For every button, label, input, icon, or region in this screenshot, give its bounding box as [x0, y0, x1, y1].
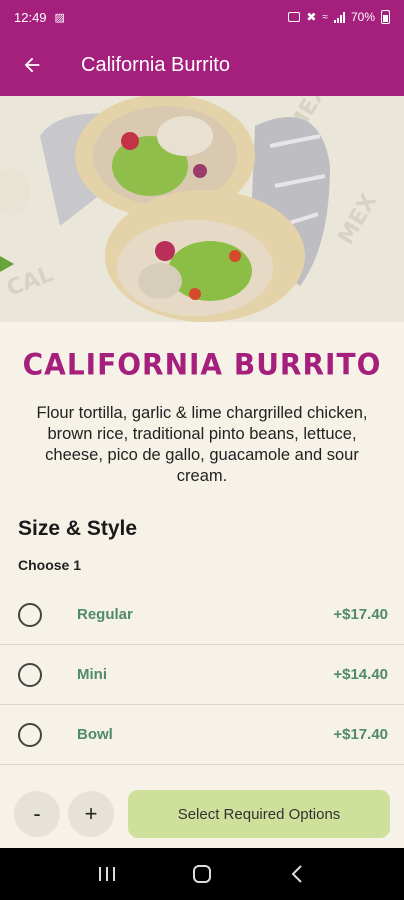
home-button[interactable] [182, 854, 222, 894]
app-bar: California Burrito [0, 34, 404, 96]
size-options: Regular +$17.40 Mini +$14.40 Bowl +$17.4… [0, 585, 404, 765]
radio-button[interactable] [18, 662, 42, 687]
status-bar: 12:49 ▨ ✖ ≈ 70% [0, 0, 404, 34]
decrease-quantity-button[interactable]: - [14, 791, 60, 837]
product-description: Flour tortilla, garlic & lime chargrille… [36, 404, 368, 485]
product-name: CALIFORNIA BURRITO [22, 347, 382, 382]
recent-apps-icon [99, 867, 116, 881]
signal-icon [333, 11, 345, 23]
system-back-button[interactable] [277, 854, 317, 894]
recent-apps-button[interactable] [87, 854, 127, 894]
bottom-action-bar: - + Select Required Options [0, 780, 404, 848]
game-controller-icon: ▨ [54, 11, 65, 24]
radio-button[interactable] [18, 722, 42, 747]
option-label: Bowl [77, 726, 113, 743]
option-price: +$17.40 [333, 606, 388, 623]
battery-icon [381, 10, 390, 24]
option-price: +$14.40 [333, 666, 388, 683]
product-image: MEX MEX CAL [0, 96, 404, 322]
option-label: Mini [77, 666, 107, 683]
mute-icon: ✖ [306, 10, 317, 24]
back-button[interactable] [0, 34, 64, 96]
page-title: California Burrito [81, 53, 230, 76]
burrito-illustration: MEX MEX CAL [0, 96, 404, 322]
status-time: 12:49 [14, 9, 47, 25]
battery-percent: 70% [350, 10, 375, 24]
system-nav-bar [0, 848, 404, 900]
increase-quantity-button[interactable]: + [68, 791, 114, 837]
section-subtitle: Choose 1 [18, 557, 82, 573]
home-icon [192, 865, 211, 883]
back-icon [291, 865, 302, 883]
notification-icon [288, 12, 301, 22]
option-mini[interactable]: Mini +$14.40 [0, 645, 404, 705]
option-label: Regular [77, 606, 133, 623]
wifi-icon: ≈ [322, 11, 328, 23]
option-bowl[interactable]: Bowl +$17.40 [0, 705, 404, 765]
radio-button[interactable] [18, 602, 42, 627]
section-title: Size & Style [18, 517, 138, 540]
arrow-left-icon [24, 57, 40, 73]
product-details: CALIFORNIA BURRITO Flour tortilla, garli… [0, 322, 404, 765]
select-required-options-button[interactable]: Select Required Options [128, 790, 390, 838]
option-regular[interactable]: Regular +$17.40 [0, 585, 404, 645]
option-price: +$17.40 [333, 726, 388, 743]
